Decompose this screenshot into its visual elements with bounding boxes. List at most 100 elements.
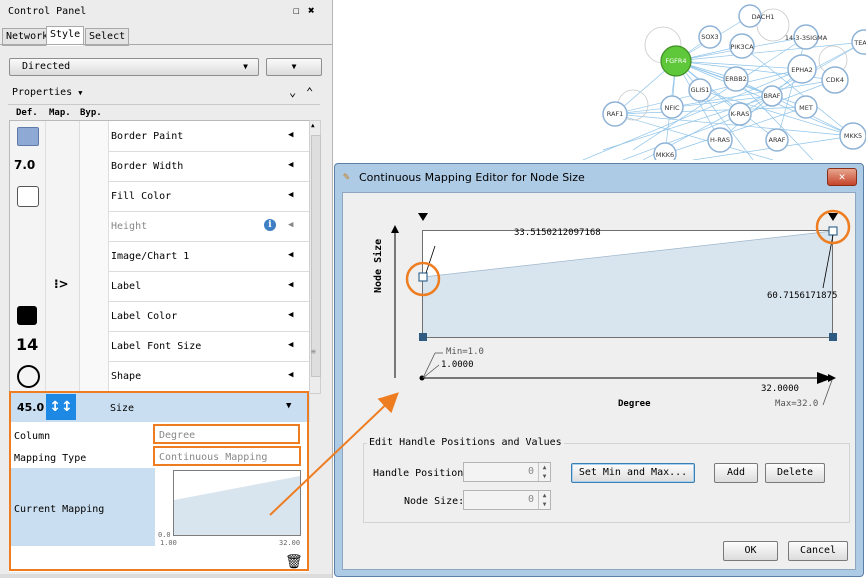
property-row-label-font-size[interactable]: 14 Label Font Size ◀ <box>10 331 310 362</box>
node-label: 14-3-3SIGMA <box>785 34 828 42</box>
property-row-fill-color[interactable]: Fill Color ◀ <box>10 181 310 212</box>
panel-bottom-edge <box>0 574 332 578</box>
property-row-border-paint[interactable]: Border Paint ◀ <box>10 121 310 152</box>
ok-button[interactable]: OK <box>723 541 778 561</box>
node-size-value: 0 <box>527 494 534 505</box>
bypass-cell[interactable] <box>80 331 109 361</box>
node-label: FGFR4 <box>665 57 686 65</box>
network-view[interactable]: DACH1 SOX3 PIK3CA 14-3-3SIGMA TEAD FGFR4… <box>333 0 866 160</box>
spinner[interactable]: ▲ ▼ <box>538 491 550 509</box>
top-handle-value: 33.5150212097168 <box>514 228 601 238</box>
node-size-input[interactable]: 0 ▲ ▼ <box>463 490 551 510</box>
mapping-cell[interactable] <box>46 121 80 151</box>
property-label: Border Paint <box>111 131 184 142</box>
property-row-label[interactable]: ⁝> Label ◀ <box>10 271 310 302</box>
tab-style[interactable]: Style <box>46 26 85 46</box>
info-icon[interactable]: i <box>264 219 276 231</box>
min-value: 1.0000 <box>441 360 474 370</box>
caret-left-icon[interactable]: ◀ <box>288 190 293 200</box>
panel-title: Control Panel <box>8 6 87 17</box>
handle-position-label: Handle Position: <box>373 468 470 479</box>
properties-menu[interactable]: Properties ▼ <box>12 87 82 98</box>
node-label: SOX3 <box>701 33 718 41</box>
scroll-up-icon[interactable]: ▲ <box>311 122 315 129</box>
color-swatch <box>17 186 39 207</box>
node-label: DACH1 <box>752 13 775 21</box>
node-label: K-RAS <box>731 110 750 118</box>
property-label: Border Width <box>111 161 184 172</box>
caret-left-icon[interactable]: ◀ <box>288 160 293 170</box>
bypass-cell[interactable] <box>80 211 109 241</box>
style-options-button[interactable]: ▼ <box>266 58 322 76</box>
add-button[interactable]: Add <box>714 463 758 483</box>
bypass-cell[interactable] <box>80 301 109 331</box>
node-label: ERBB2 <box>725 75 747 83</box>
grip-icon: ≡ <box>311 347 316 356</box>
property-row-border-width[interactable]: 7.0 Border Width ◀ <box>10 151 310 182</box>
default-cell[interactable] <box>10 121 46 151</box>
mapping-cell[interactable] <box>46 181 80 211</box>
tab-divider <box>0 44 332 45</box>
property-label: Fill Color <box>111 191 172 202</box>
caret-left-icon[interactable]: ◀ <box>288 340 293 350</box>
property-label: Label Color <box>111 311 178 322</box>
node-label: MKK6 <box>656 151 674 159</box>
mapping-cell[interactable]: ⁝> <box>46 271 80 301</box>
property-row-height[interactable]: Height i ◀ <box>10 211 310 242</box>
bypass-cell[interactable] <box>80 151 109 181</box>
collapse-all-icon[interactable]: ⌄ <box>289 85 296 99</box>
property-label: Label Font Size <box>111 341 202 352</box>
property-label: Shape <box>111 371 142 382</box>
mapping-cell[interactable] <box>46 151 80 181</box>
default-cell[interactable] <box>10 301 46 331</box>
property-label: Image/Chart 1 <box>111 251 190 262</box>
close-icon[interactable]: ✖ <box>308 4 315 17</box>
bypass-cell[interactable] <box>80 181 109 211</box>
mapping-cell[interactable] <box>46 211 80 241</box>
col-header-map: Map. <box>49 108 71 118</box>
default-cell[interactable]: 7.0 <box>10 151 46 181</box>
caret-left-icon[interactable]: ◀ <box>288 280 293 290</box>
app-icon: ✎ <box>343 170 350 183</box>
caret-left-icon[interactable]: ◀ <box>288 310 293 320</box>
mapping-cell[interactable] <box>46 301 80 331</box>
dialog-title: Continuous Mapping Editor for Node Size <box>359 171 585 184</box>
property-row-image-chart[interactable]: Image/Chart 1 ◀ <box>10 241 310 272</box>
property-row-shape[interactable]: Shape ◀ <box>10 361 310 392</box>
mapping-cell[interactable] <box>46 331 80 361</box>
bypass-cell[interactable] <box>80 361 109 391</box>
bypass-cell[interactable] <box>80 241 109 271</box>
caret-left-icon[interactable]: ◀ <box>288 130 293 140</box>
caret-left-icon[interactable]: ◀ <box>288 250 293 260</box>
right-handle-value: 60.7156171875 <box>767 291 838 301</box>
col-header-def: Def. <box>16 108 38 118</box>
handle-position-input[interactable]: 0 ▲ ▼ <box>463 462 551 482</box>
property-label: Height <box>111 221 148 232</box>
bypass-cell[interactable] <box>80 271 109 301</box>
default-cell[interactable]: 14 <box>10 331 46 361</box>
expand-all-icon[interactable]: ⌃ <box>306 85 313 99</box>
bypass-cell[interactable] <box>80 121 109 151</box>
float-icon[interactable]: ☐ <box>293 4 300 17</box>
cancel-button[interactable]: Cancel <box>788 541 848 561</box>
delete-button[interactable]: Delete <box>765 463 825 483</box>
mapping-cell[interactable] <box>46 241 80 271</box>
scroll-thumb[interactable] <box>311 135 321 377</box>
style-dropdown[interactable]: Directed ▼ <box>9 58 259 76</box>
default-cell[interactable] <box>10 271 46 301</box>
close-button[interactable]: ✕ <box>827 168 857 186</box>
edit-handle-group <box>363 443 850 523</box>
caret-left-icon[interactable]: ◀ <box>288 370 293 380</box>
network-graph[interactable]: DACH1 SOX3 PIK3CA 14-3-3SIGMA TEAD FGFR4… <box>333 0 866 160</box>
default-cell[interactable] <box>10 241 46 271</box>
mapping-cell[interactable] <box>46 361 80 391</box>
set-min-max-button[interactable]: Set Min and Max... <box>571 463 695 483</box>
default-cell[interactable] <box>10 361 46 391</box>
spinner[interactable]: ▲ ▼ <box>538 463 550 481</box>
caret-left-icon[interactable]: ◀ <box>288 220 293 230</box>
default-cell[interactable] <box>10 211 46 241</box>
properties-scrollbar[interactable]: ▲ ≡ <box>309 120 321 394</box>
default-cell[interactable] <box>10 181 46 211</box>
close-icon: ✕ <box>838 170 846 183</box>
property-row-label-color[interactable]: Label Color ◀ <box>10 301 310 332</box>
